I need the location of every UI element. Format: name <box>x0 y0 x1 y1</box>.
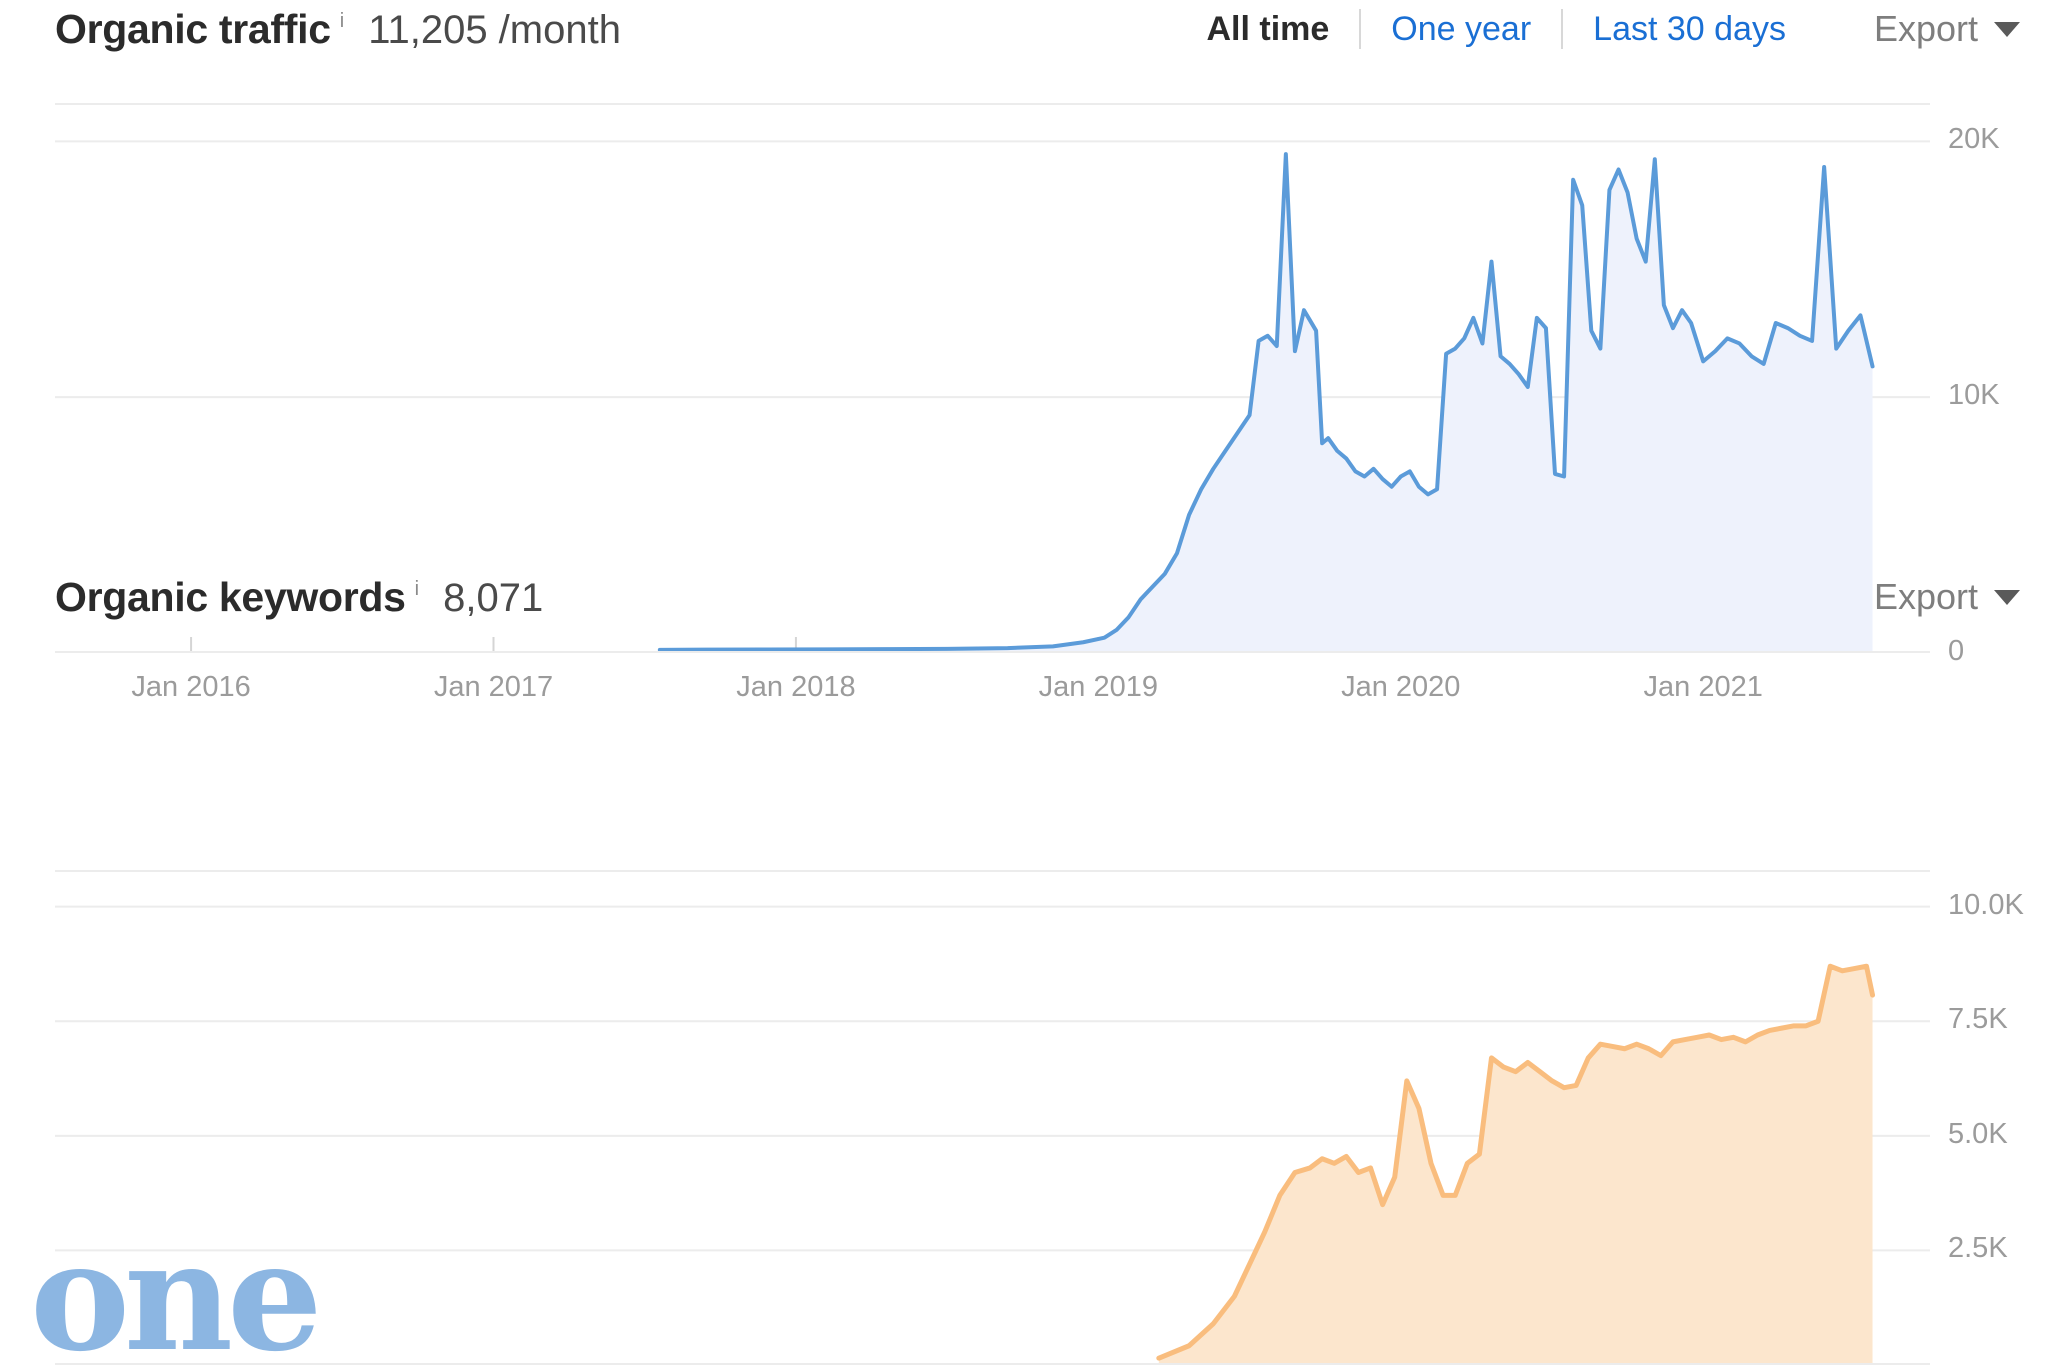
page-title: Organic traffic <box>55 5 331 52</box>
y-axis-tick: 7.5K <box>1948 1003 2008 1036</box>
analytics-overview-page: Organic traffic i 11,205 /month All time… <box>0 0 2048 1365</box>
organic-keywords-value: 8,071 <box>443 575 544 620</box>
y-axis-tick: 5.0K <box>1948 1117 2008 1150</box>
y-axis-tick: 0 <box>1948 635 1965 667</box>
tab-one-year[interactable]: One year <box>1361 10 1561 49</box>
organic-traffic-header: Organic traffic i 11,205 /month All time… <box>0 0 2048 58</box>
export-keywords-button[interactable]: Export <box>1874 576 2020 618</box>
x-axis-tick: Jan 2019 <box>1038 671 1159 703</box>
x-axis-tick: Jan 2017 <box>433 671 554 703</box>
organic-keywords-header: Organic keywords i 8,071 Export <box>0 568 2048 626</box>
organic-keywords-plot <box>55 870 1930 1365</box>
y-axis-tick: 10K <box>1948 379 2000 412</box>
organic-keywords-title-group: Organic keywords i 8,071 <box>55 574 543 621</box>
export-keywords-label: Export <box>1873 576 1978 617</box>
chevron-down-icon <box>1994 589 2020 605</box>
x-axis-tick: Jan 2016 <box>131 671 251 703</box>
x-axis-tick: Jan 2020 <box>1341 671 1461 703</box>
y-axis-tick: 20K <box>1948 123 2000 156</box>
x-axis-tick: Jan 2021 <box>1643 671 1763 703</box>
x-axis-tick: Jan 2018 <box>736 671 856 703</box>
export-traffic-button[interactable]: Export <box>1874 8 2020 50</box>
organic-keywords-title: Organic keywords <box>55 573 406 620</box>
organic-traffic-title-group: Organic traffic i 11,205 /month <box>55 6 621 53</box>
organic-keywords-chart[interactable] <box>55 870 1930 1365</box>
chevron-down-icon <box>1994 21 2020 37</box>
time-range-tabs: All time One year Last 30 days <box>1176 9 1815 49</box>
tab-last-30-days[interactable]: Last 30 days <box>1563 10 1816 49</box>
y-axis-tick: 10.0K <box>1948 888 2024 921</box>
one-logo-watermark: one <box>30 1209 323 1365</box>
organic-traffic-value: 11,205 /month <box>368 7 621 52</box>
export-traffic-label: Export <box>1873 8 1978 49</box>
y-axis-tick: 2.5K <box>1948 1232 2008 1265</box>
info-icon[interactable]: i <box>340 10 344 33</box>
info-icon[interactable]: i <box>415 578 419 601</box>
tab-all-time[interactable]: All time <box>1176 10 1359 49</box>
